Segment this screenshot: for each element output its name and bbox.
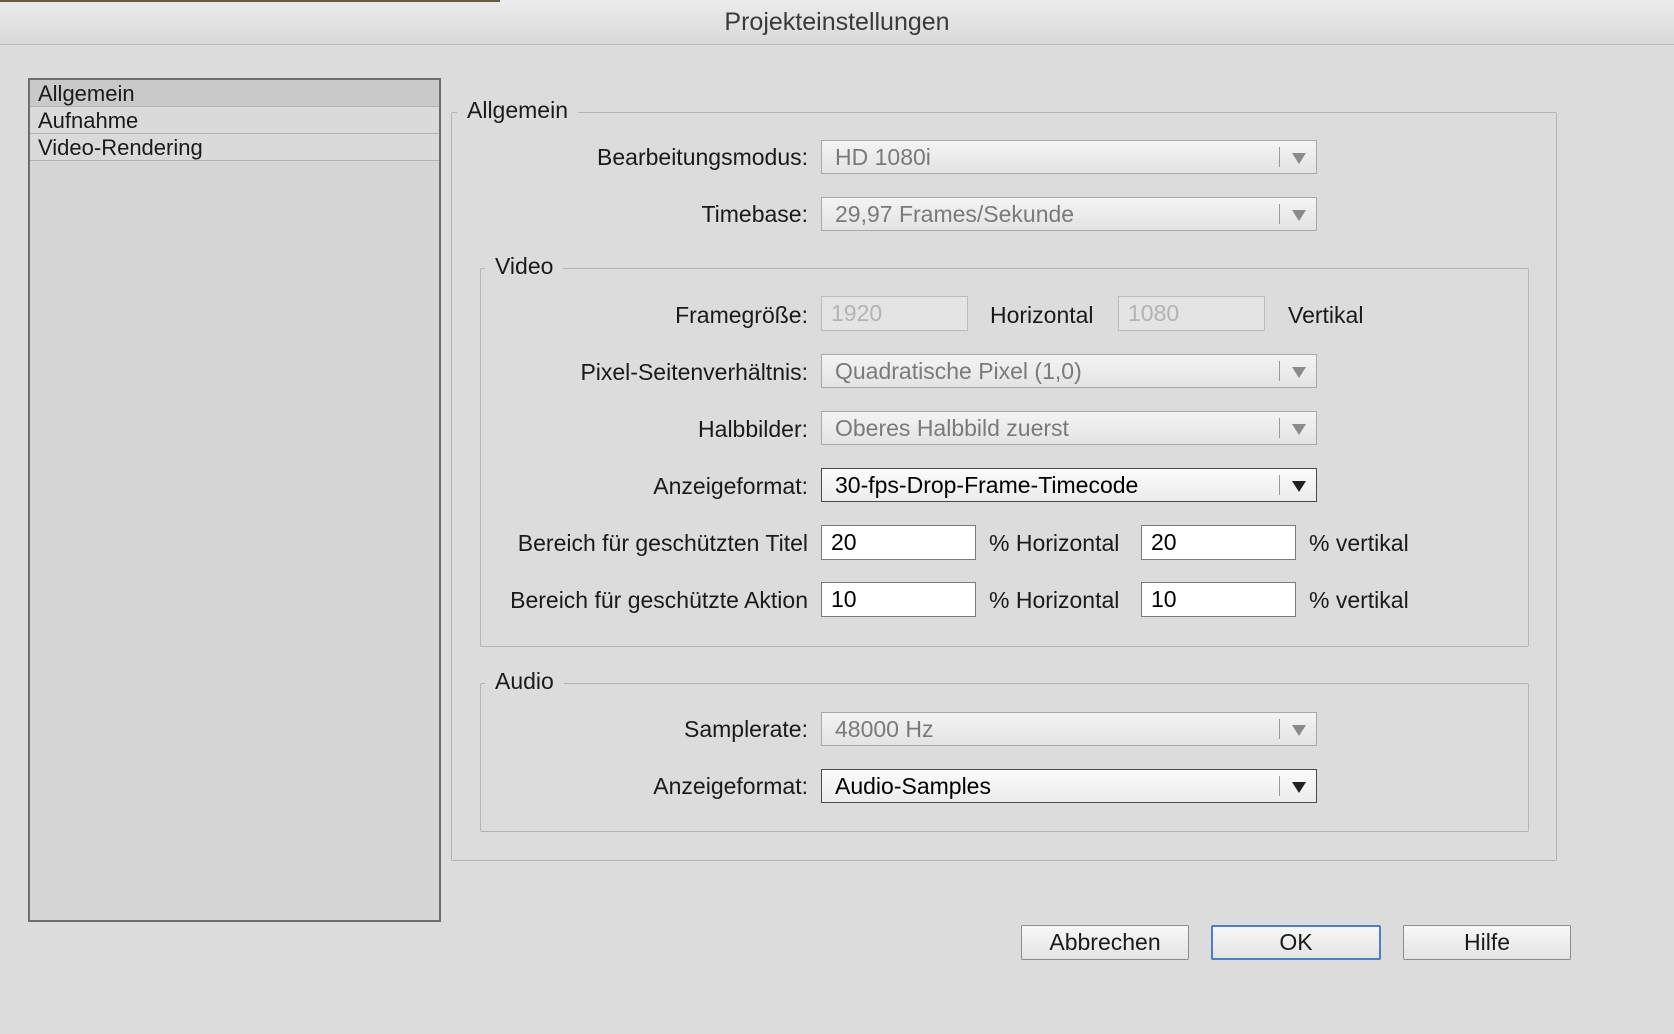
- action-safe-horizontal-label: % Horizontal: [989, 587, 1120, 613]
- chevron-down-icon: [1292, 782, 1306, 793]
- frame-height-field: 1080: [1118, 296, 1265, 331]
- settings-sidebar: Allgemein Aufnahme Video-Rendering: [28, 78, 441, 922]
- chevron-down-icon: [1292, 153, 1306, 164]
- select-divider: [1279, 719, 1280, 739]
- sidebar-item-allgemein[interactable]: Allgemein: [30, 80, 439, 107]
- timebase-value: 29,97 Frames/Sekunde: [835, 201, 1075, 227]
- timebase-label: Timebase:: [701, 201, 808, 227]
- window-title: Projekteinstellungen: [724, 8, 950, 36]
- select-divider: [1279, 475, 1280, 495]
- sample-rate-select: 48000 Hz: [821, 712, 1317, 746]
- audio-group: [480, 683, 1529, 832]
- general-group-title: Allgemein: [457, 97, 578, 124]
- frame-vertical-label: Vertikal: [1288, 302, 1364, 328]
- window-top-strip: [0, 0, 500, 2]
- edit-mode-select: HD 1080i: [821, 140, 1317, 174]
- fields-select: Oberes Halbbild zuerst: [821, 411, 1317, 445]
- select-divider: [1279, 418, 1280, 438]
- sample-rate-label: Samplerate:: [683, 716, 808, 742]
- action-safe-vertical-field[interactable]: 10: [1141, 582, 1296, 617]
- frame-horizontal-label: Horizontal: [990, 302, 1094, 328]
- chevron-down-icon: [1292, 367, 1306, 378]
- title-safe-horizontal-field[interactable]: 20: [821, 525, 976, 560]
- chevron-down-icon: [1292, 424, 1306, 435]
- audio-display-format-label: Anzeigeformat:: [653, 773, 808, 799]
- sidebar-item-aufnahme[interactable]: Aufnahme: [30, 107, 439, 134]
- sidebar-item-video-rendering[interactable]: Video-Rendering: [30, 134, 439, 161]
- title-safe-label: Bereich für geschützten Titel: [517, 530, 808, 556]
- video-display-format-value: 30-fps-Drop-Frame-Timecode: [835, 472, 1139, 498]
- chevron-down-icon: [1292, 725, 1306, 736]
- video-display-format-select[interactable]: 30-fps-Drop-Frame-Timecode: [821, 468, 1317, 502]
- pixel-aspect-select: Quadratische Pixel (1,0): [821, 354, 1317, 388]
- sample-rate-value: 48000 Hz: [835, 716, 934, 742]
- select-divider: [1279, 361, 1280, 381]
- select-divider: [1279, 204, 1280, 224]
- select-divider: [1279, 147, 1280, 167]
- title-safe-vertical-label: % vertikal: [1309, 530, 1409, 556]
- title-safe-horizontal-label: % Horizontal: [989, 530, 1120, 556]
- edit-mode-value: HD 1080i: [835, 144, 931, 170]
- ok-button[interactable]: OK: [1211, 925, 1381, 960]
- title-safe-vertical-field[interactable]: 20: [1141, 525, 1296, 560]
- action-safe-horizontal-field[interactable]: 10: [821, 582, 976, 617]
- select-divider: [1279, 776, 1280, 796]
- audio-display-format-value: Audio-Samples: [835, 773, 991, 799]
- chevron-down-icon: [1292, 481, 1306, 492]
- frame-size-label: Framegröße:: [675, 302, 808, 328]
- chevron-down-icon: [1292, 210, 1306, 221]
- action-safe-vertical-label: % vertikal: [1309, 587, 1409, 613]
- video-display-format-label: Anzeigeformat:: [653, 473, 808, 499]
- fields-label: Halbbilder:: [698, 416, 808, 442]
- help-button[interactable]: Hilfe: [1403, 925, 1571, 960]
- pixel-aspect-value: Quadratische Pixel (1,0): [835, 358, 1082, 384]
- audio-group-title: Audio: [485, 668, 564, 695]
- cancel-button[interactable]: Abbrechen: [1021, 925, 1189, 960]
- audio-display-format-select[interactable]: Audio-Samples: [821, 769, 1317, 803]
- frame-width-field: 1920: [821, 296, 968, 331]
- video-group-title: Video: [485, 253, 564, 280]
- action-safe-label: Bereich für geschützte Aktion: [510, 587, 808, 613]
- edit-mode-label: Bearbeitungsmodus:: [597, 144, 808, 170]
- fields-value: Oberes Halbbild zuerst: [835, 415, 1069, 441]
- timebase-select: 29,97 Frames/Sekunde: [821, 197, 1317, 231]
- pixel-aspect-label: Pixel-Seitenverhältnis:: [580, 359, 808, 385]
